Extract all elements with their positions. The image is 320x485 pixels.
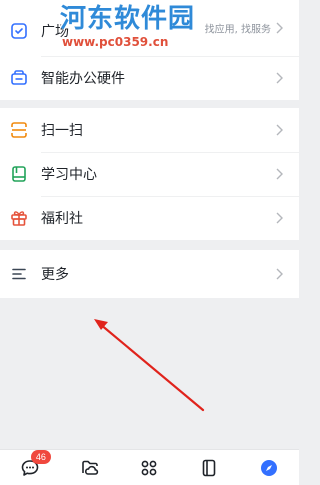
book-icon [10, 165, 28, 183]
tab-discover[interactable] [255, 454, 283, 482]
chevron-right-icon [276, 22, 283, 34]
apps-grid-icon [142, 460, 157, 475]
chevron-right-icon [276, 72, 283, 84]
menu-item-label: 福利社 [41, 211, 83, 227]
scan-icon [10, 121, 28, 139]
compass-icon [261, 459, 278, 476]
gift-icon [10, 209, 28, 227]
tab-cloud-docs[interactable] [76, 454, 104, 482]
chevron-right-icon [276, 268, 283, 280]
menu-item-label: 扫一扫 [41, 123, 83, 139]
menu-section-top: 广场 找应用, 找服务 智能办公硬件 [0, 0, 299, 100]
tab-messages[interactable]: 46 [16, 449, 51, 482]
menu-section-tools: 扫一扫 学习中心 福利社 [0, 108, 299, 240]
menu-item-plaza[interactable]: 广场 找应用, 找服务 [0, 0, 299, 56]
tab-contacts[interactable] [195, 454, 223, 482]
menu-section-more: 更多 [0, 250, 299, 298]
unread-badge: 46 [30, 449, 51, 464]
menu-item-hint: 找应用, 找服务 [204, 24, 271, 36]
chevron-right-icon [276, 124, 283, 136]
hardware-icon [10, 69, 28, 87]
menu-item-hardware[interactable]: 智能办公硬件 [0, 56, 299, 100]
menu-item-label: 学习中心 [41, 167, 97, 183]
cloud-folder-icon [81, 460, 98, 475]
contacts-book-icon [202, 459, 216, 476]
menu-item-label: 更多 [41, 267, 69, 283]
menu-item-welfare[interactable]: 福利社 [0, 196, 299, 240]
chevron-right-icon [276, 212, 283, 224]
bottom-tab-bar: 46 [0, 449, 299, 485]
chevron-right-icon [276, 168, 283, 180]
tab-workplace[interactable] [135, 454, 163, 482]
menu-item-learning[interactable]: 学习中心 [0, 152, 299, 196]
menu-lines-icon [10, 265, 28, 283]
menu-item-more[interactable]: 更多 [0, 250, 299, 298]
menu-item-label: 智能办公硬件 [41, 71, 125, 87]
menu-item-scan[interactable]: 扫一扫 [0, 108, 299, 152]
plaza-icon [10, 22, 28, 40]
